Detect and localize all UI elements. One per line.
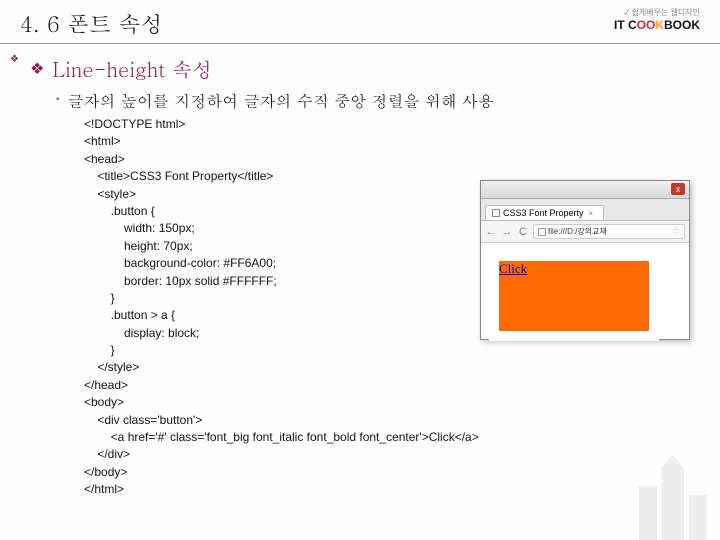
corner-decoration: [630, 450, 720, 540]
browser-toolbar: ← → C file:///D:/강의교재 ☆: [481, 221, 689, 243]
browser-tab[interactable]: CSS3 Font Property ×: [485, 205, 604, 220]
logo-brand: IT COOKBOOK: [614, 18, 700, 32]
logo: ✓ 쉽게배우는 웹디자인 IT COOKBOOK: [614, 8, 700, 32]
browser-titlebar: x: [481, 181, 689, 199]
logo-tagline: ✓ 쉽게배우는 웹디자인: [614, 8, 700, 18]
close-icon[interactable]: x: [671, 183, 685, 195]
nav-forward-icon[interactable]: →: [501, 226, 513, 238]
decor-dots: ❖: [10, 54, 19, 65]
click-link[interactable]: Click: [499, 261, 649, 277]
nav-back-icon[interactable]: ←: [485, 226, 497, 238]
reload-icon[interactable]: C: [517, 226, 529, 238]
file-icon: [538, 228, 546, 236]
bullet-main: ❖ Line-height 속성: [30, 54, 690, 83]
browser-viewport: Click: [481, 243, 689, 349]
url-text: file:///D:/강의교재: [548, 226, 607, 237]
tab-title: CSS3 Font Property: [503, 208, 584, 218]
favicon-icon: [492, 209, 500, 217]
bullet-sub: ▪ 글자의 높이를 지정하여 글자의 수직 중앙 정렬을 위해 사용: [56, 89, 690, 112]
star-icon[interactable]: ☆: [671, 226, 680, 237]
url-bar[interactable]: file:///D:/강의교재 ☆: [533, 224, 685, 239]
square-icon: ▪: [56, 94, 60, 105]
bullet-sub-text: 글자의 높이를 지정하여 글자의 수직 중앙 정렬을 위해 사용: [68, 89, 495, 112]
button-div: Click: [489, 251, 659, 341]
bullet-main-text: Line-height 속성: [52, 54, 212, 83]
tab-close-icon[interactable]: ×: [589, 209, 594, 218]
browser-window: x CSS3 Font Property × ← → C file:///D:/…: [480, 180, 690, 340]
diamond-icon: ❖: [30, 59, 44, 79]
section-title: 4. 6 폰트 속성: [20, 8, 163, 39]
browser-tabstrip: CSS3 Font Property ×: [481, 199, 689, 221]
